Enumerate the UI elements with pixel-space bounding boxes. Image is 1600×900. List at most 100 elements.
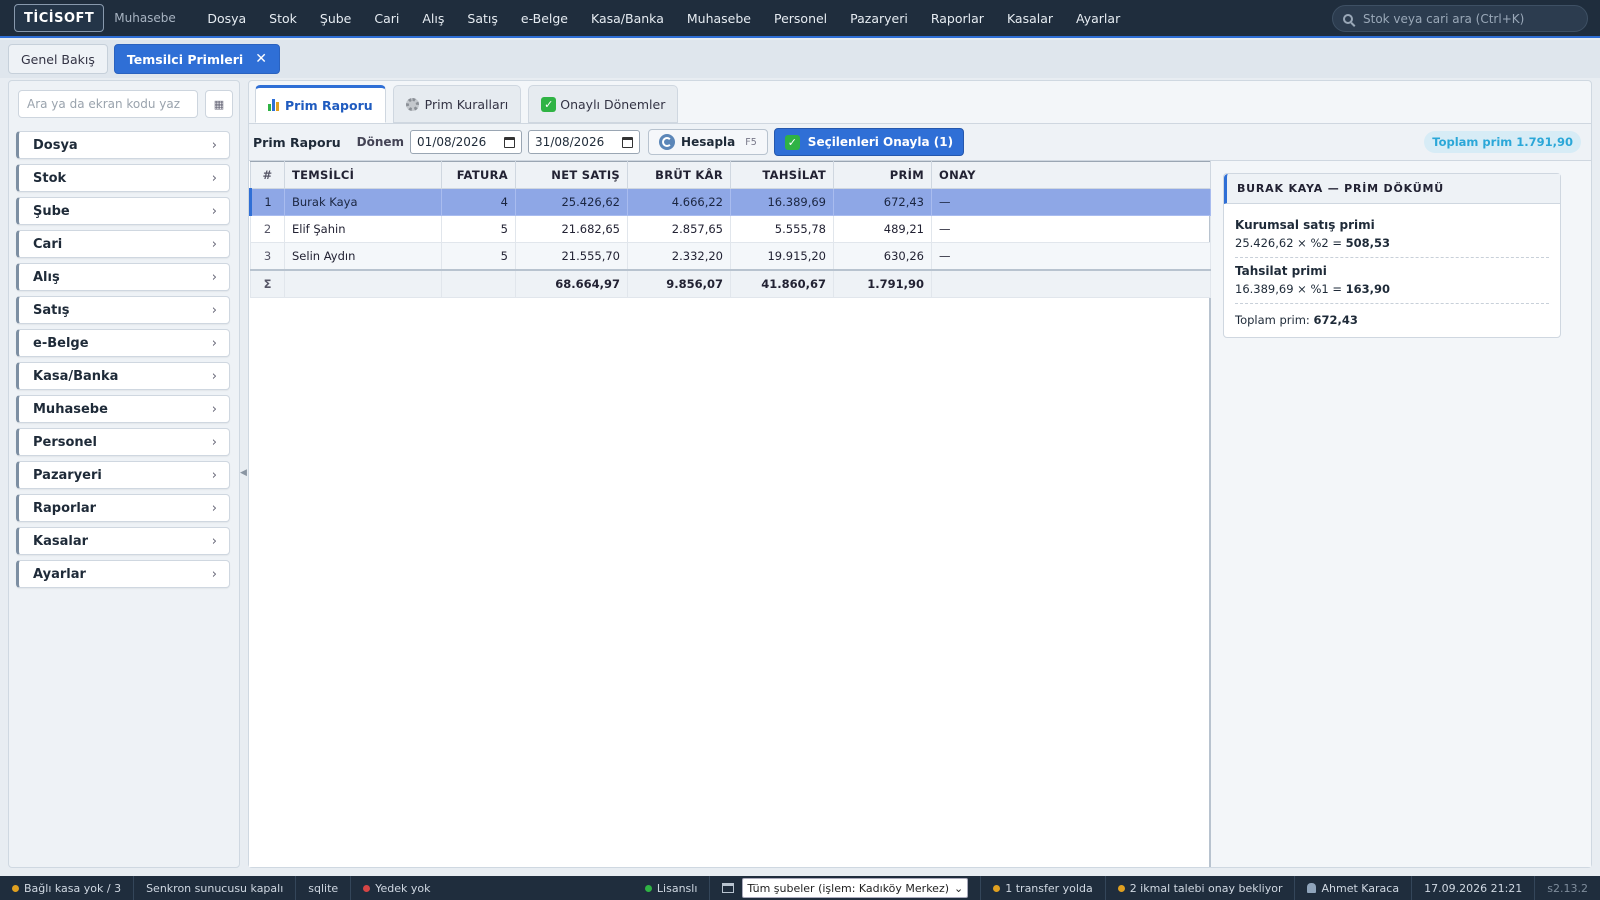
status-branch: Tüm şubeler (işlem: Kadıköy Merkez) ⌄ <box>710 876 982 900</box>
sidebar-item[interactable]: Kasalar › <box>16 527 230 555</box>
main-panel: Prim Raporu Prim Kuralları ✓ Onaylı Döne… <box>248 80 1592 868</box>
table-cell: 5.555,78 <box>730 215 834 243</box>
chevron-right-icon: › <box>211 533 217 549</box>
status-license: Lisanslı <box>633 876 711 900</box>
sidebar-item[interactable]: Alış › <box>16 263 230 291</box>
table-sum-row: Σ 68.664,97 9.856,07 41.860,67 1.791,90 <box>250 268 1211 298</box>
sidebar-item[interactable]: Dosya › <box>16 131 230 159</box>
menu-item-12[interactable]: Kasalar <box>995 11 1064 26</box>
menu-item-5[interactable]: Satış <box>456 11 509 26</box>
sum-cell: Σ <box>250 268 285 298</box>
table-cell: 16.389,69 <box>730 188 834 216</box>
menu-item-8[interactable]: Muhasebe <box>675 11 762 26</box>
column-header[interactable]: NET SATIŞ <box>515 161 628 189</box>
status-version-text: s2.13.2 <box>1547 881 1588 895</box>
tab-overview[interactable]: Genel Bakış <box>8 44 108 74</box>
sidebar-item-label: Stok <box>33 170 67 186</box>
status-error-dot-icon <box>363 884 371 892</box>
table-cell: 1 <box>249 188 285 216</box>
sidebar-item[interactable]: Stok › <box>16 164 230 192</box>
sidebar-item[interactable]: Ayarlar › <box>16 560 230 588</box>
sidebar-collapse-icon[interactable]: ◀ <box>240 468 247 478</box>
status-user[interactable]: Ahmet Karaca <box>1295 876 1413 900</box>
grid-body: 1 Burak Kaya 4 25.426,62 4.666,22 16.389,69 67… <box>249 188 1211 298</box>
table-cell: 25.426,62 <box>515 188 628 216</box>
table-cell: 672,43 <box>833 188 932 216</box>
breakdown-total: Toplam prim: 672,43 <box>1235 304 1549 327</box>
sidebar-item[interactable]: Personel › <box>16 428 230 456</box>
breakdown-title: BURAK KAYA — PRİM DÖKÜMÜ <box>1224 174 1560 204</box>
detail-panel: BURAK KAYA — PRİM DÖKÜMÜ Kurumsal satış … <box>1213 161 1591 867</box>
sidebar-item[interactable]: Pazaryeri › <box>16 461 230 489</box>
sidebar-item[interactable]: Muhasebe › <box>16 395 230 423</box>
menu-item-2[interactable]: Şube <box>308 11 362 26</box>
sidebar-item[interactable]: Şube › <box>16 197 230 225</box>
sidebar-item[interactable]: Satış › <box>16 296 230 324</box>
date-from-input[interactable]: 01/08/2026 <box>410 130 523 154</box>
sum-cell: 9.856,07 <box>627 268 731 298</box>
table-cell: 630,26 <box>833 242 932 270</box>
menu-item-10[interactable]: Pazaryeri <box>839 11 920 26</box>
status-transfer[interactable]: 1 transfer yolda <box>981 876 1106 900</box>
period-label: Dönem <box>356 135 405 149</box>
collection-bonus: Tahsilat primi 16.389,69 × %1 = 163,90 <box>1235 258 1549 304</box>
approve-selected-label: Seçilenleri Onayla (1) <box>807 135 954 149</box>
menu-item-1[interactable]: Stok <box>258 11 309 26</box>
table-row[interactable]: 1 Burak Kaya 4 25.426,62 4.666,22 16.389,69 67… <box>249 188 1211 216</box>
menu-item-9[interactable]: Personel <box>762 11 838 26</box>
menu-item-13[interactable]: Ayarlar <box>1065 11 1132 26</box>
menu-item-4[interactable]: Alış <box>411 11 456 26</box>
calculate-label: Hesapla <box>681 135 736 149</box>
grid-view-button[interactable]: ▦ <box>205 90 233 118</box>
chevron-right-icon: › <box>211 368 217 384</box>
gear-icon <box>405 97 419 111</box>
app-logo[interactable]: TİCİSOFT <box>14 4 105 32</box>
sidebar-search-input[interactable] <box>18 90 198 118</box>
chevron-right-icon: › <box>211 137 217 153</box>
subtab-prim-raporu-label: Prim Raporu <box>285 97 373 113</box>
sidebar-item[interactable]: Cari › <box>16 230 230 258</box>
table-row[interactable]: 3 Selin Aydın 5 21.555,70 2.332,20 19.915,20 6… <box>250 242 1211 270</box>
sidebar-item[interactable]: Raporlar › <box>16 494 230 522</box>
approve-selected-button[interactable]: ✓ Seçilenleri Onayla (1) <box>773 128 965 156</box>
date-to-input[interactable]: 31/08/2026 <box>528 130 641 154</box>
status-db-text: sqlite <box>308 881 339 895</box>
corporate-sales-result: 508,53 <box>1345 236 1391 250</box>
close-tab-icon[interactable]: ✕ <box>255 51 267 67</box>
sidebar-item-label: Personel <box>33 434 97 450</box>
tab-rep-bonuses[interactable]: Temsilci Primleri ✕ <box>113 44 280 74</box>
menu-item-0[interactable]: Dosya <box>196 11 258 26</box>
sidebar-item[interactable]: Kasa/Banka › <box>16 362 230 390</box>
column-header[interactable]: PRİM <box>833 161 932 189</box>
status-requests[interactable]: 2 ikmal talebi onay bekliyor <box>1106 876 1296 900</box>
table-row[interactable]: 2 Elif Şahin 5 21.682,65 2.857,65 5.555,78 489… <box>250 215 1211 243</box>
global-search[interactable] <box>1332 5 1588 32</box>
subtab-prim-raporu[interactable]: Prim Raporu <box>255 85 386 123</box>
menu-item-11[interactable]: Raporlar <box>919 11 995 26</box>
sidebar-item-label: e-Belge <box>33 335 89 351</box>
column-header[interactable]: TEMSİLCİ <box>284 161 442 189</box>
calendar-icon[interactable] <box>622 136 634 148</box>
calculate-button[interactable]: Hesapla F5 <box>648 129 768 155</box>
menu-item-6[interactable]: e-Belge <box>509 11 579 26</box>
sidebar-item[interactable]: e-Belge › <box>16 329 230 357</box>
column-header[interactable]: TAHSİLAT <box>730 161 834 189</box>
calculate-shortcut: F5 <box>745 136 757 148</box>
branch-select[interactable]: Tüm şubeler (işlem: Kadıköy Merkez) ⌄ <box>742 878 969 898</box>
menu-item-3[interactable]: Cari <box>363 11 411 26</box>
status-requests-text: 2 ikmal talebi onay bekliyor <box>1129 881 1283 895</box>
sidebar-item-label: Kasalar <box>33 533 88 549</box>
global-search-input[interactable] <box>1363 11 1573 26</box>
column-header[interactable]: # <box>250 161 285 189</box>
column-header[interactable]: ONAY <box>931 161 1211 189</box>
subtab-prim-kurallari[interactable]: Prim Kuralları <box>392 85 522 123</box>
calendar-icon[interactable] <box>504 136 516 148</box>
column-header[interactable]: BRÜT KÂR <box>627 161 731 189</box>
menu-item-7[interactable]: Kasa/Banka <box>580 11 676 26</box>
column-header[interactable]: FATURA <box>441 161 516 189</box>
status-kasa-text: Bağlı kasa yok / 3 <box>24 881 122 895</box>
subtab-onayli-donemler[interactable]: ✓ Onaylı Dönemler <box>528 85 679 123</box>
status-kasa: Bağlı kasa yok / 3 <box>0 876 135 900</box>
search-icon <box>1343 13 1353 24</box>
refresh-icon <box>659 134 676 150</box>
